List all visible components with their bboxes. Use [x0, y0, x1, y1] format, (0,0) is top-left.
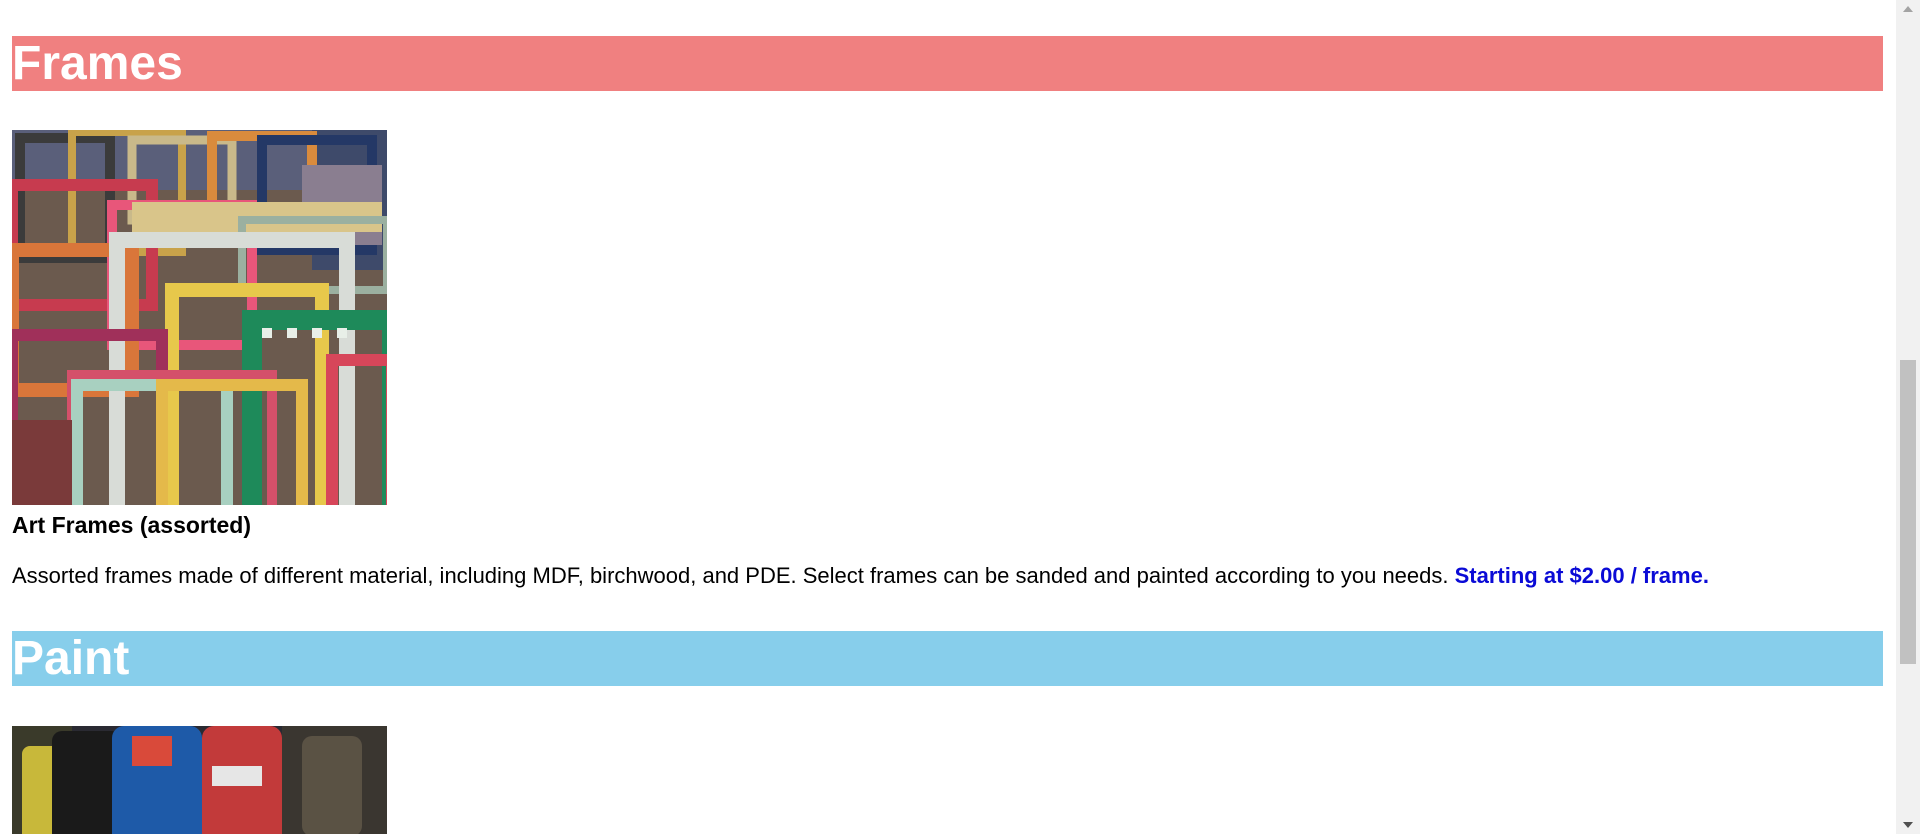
- paint-tubes-image: [12, 726, 387, 834]
- browser-viewport: Frames Art Frames (assorted) Assorted fr…: [0, 0, 1920, 834]
- scroll-up-arrow-icon[interactable]: [1896, 0, 1920, 18]
- product-description: Assorted frames made of different materi…: [12, 563, 1709, 589]
- product-description-text: Assorted frames made of different materi…: [12, 563, 1449, 588]
- frames-section-header: Frames: [12, 36, 1883, 91]
- vertical-scrollbar[interactable]: [1896, 0, 1920, 834]
- scrollbar-thumb[interactable]: [1900, 360, 1916, 664]
- paint-section-header: Paint: [12, 631, 1883, 686]
- product-price: Starting at $2.00 / frame.: [1454, 563, 1709, 588]
- art-frames-image: [12, 130, 387, 505]
- product-name: Art Frames (assorted): [12, 512, 252, 538]
- scroll-down-arrow-icon[interactable]: [1896, 816, 1920, 834]
